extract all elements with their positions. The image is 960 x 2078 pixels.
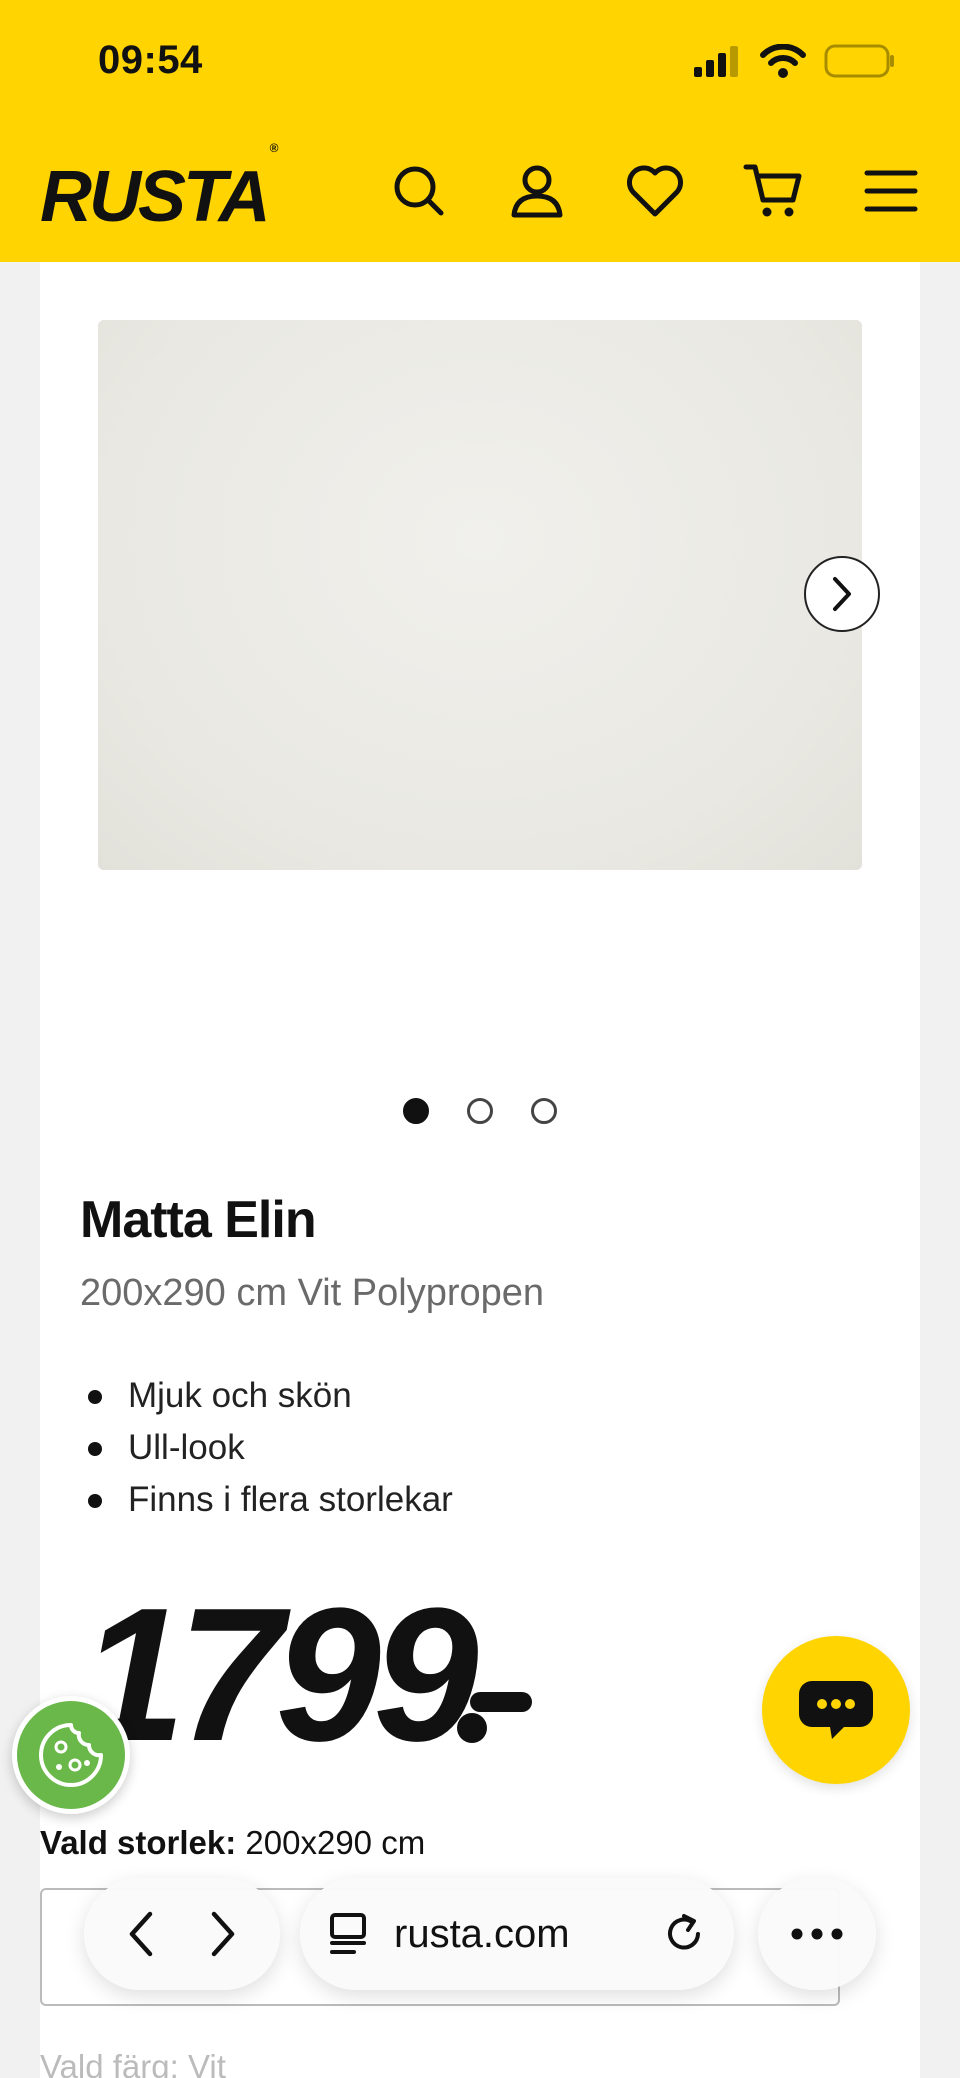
browser-more-group [758,1878,876,1990]
more-icon[interactable] [790,1927,844,1941]
browser-toolbar: rusta.com [0,1878,960,1998]
cellular-signal-icon [692,45,742,82]
page-menu-icon[interactable] [328,1912,368,1956]
gallery-dot[interactable] [531,1098,557,1124]
product-price: 1799 [80,1569,479,1781]
product-title: Matta Elin [80,1191,317,1249]
selected-color: Vald färg: Vit [40,2048,226,2078]
gallery-pagination [40,1098,920,1124]
product-features: Mjuk och skön Ull-look Finns i flera sto… [80,1370,453,1526]
logo-text: RUSTA [40,157,271,237]
address-bar[interactable]: rusta.com [300,1878,734,1990]
url-text: rusta.com [394,1911,570,1956]
rusta-logo[interactable]: RUSTA ® [40,141,278,238]
selected-size-value: 200x290 cm [245,1824,426,1861]
product-image[interactable] [98,320,862,870]
browser-nav-group [84,1878,280,1990]
gallery-dot[interactable] [403,1098,429,1124]
selected-color-label: Vald färg: [40,2048,179,2078]
back-icon[interactable] [124,1910,158,1958]
product-subtitle: 200x290 cm Vit Polypropen [80,1272,545,1314]
battery-icon [824,44,896,83]
feature-item: Ull-look [80,1422,453,1474]
feature-item: Finns i flera storlekar [80,1474,453,1526]
main-nav: RUSTA ® [0,141,960,240]
chevron-right-icon [833,577,851,611]
search-icon[interactable] [384,156,454,226]
chat-button[interactable] [762,1636,910,1784]
gallery-dot[interactable] [467,1098,493,1124]
logo-registered-mark: ® [269,141,279,155]
wifi-icon [760,43,806,83]
selected-color-value: Vit [187,2048,226,2078]
status-icons [692,43,896,83]
status-time: 09:54 [98,38,203,82]
cookie-icon [39,1723,103,1787]
site-header: 09:54 RUSTA® [0,0,960,262]
cart-icon[interactable] [738,156,808,226]
selected-size-label: Vald storlek: [40,1824,237,1861]
cookie-settings-button[interactable] [12,1696,130,1814]
price-dash-suffix [456,1684,536,1751]
product-card: Matta Elin 200x290 cm Vit Polypropen Mju… [40,262,920,2078]
heart-icon[interactable] [620,156,690,226]
menu-icon[interactable] [856,156,926,226]
chat-bubble-icon [799,1681,873,1739]
reload-icon[interactable] [662,1912,706,1956]
gallery-next-button[interactable] [804,556,880,632]
selected-size: Vald storlek: 200x290 cm [40,1824,425,1862]
status-bar: 09:54 [0,0,960,130]
feature-item: Mjuk och skön [80,1370,453,1422]
account-icon[interactable] [502,156,572,226]
forward-icon[interactable] [206,1910,240,1958]
